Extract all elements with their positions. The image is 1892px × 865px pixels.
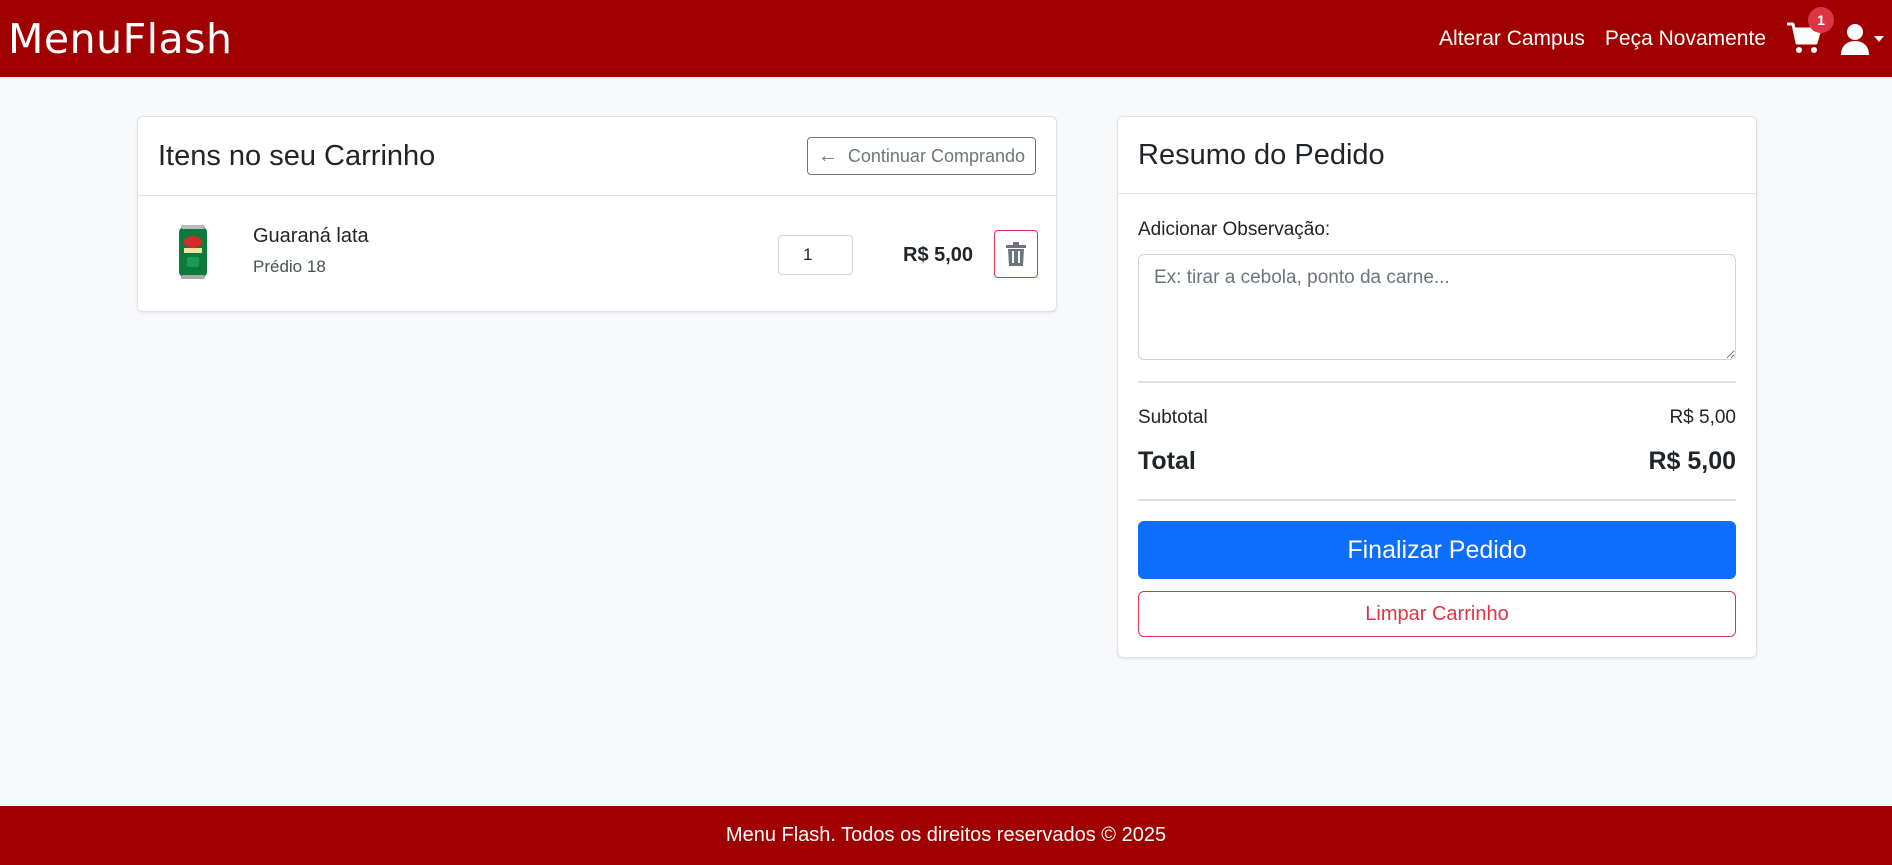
nav-right: Alterar Campus Peça Novamente 1 bbox=[1439, 0, 1884, 77]
cart-count-badge: 1 bbox=[1808, 6, 1834, 33]
summary-header: Resumo do Pedido bbox=[1118, 117, 1756, 194]
trash-icon bbox=[1006, 242, 1026, 266]
navbar: MenuFlash Alterar Campus Peça Novamente … bbox=[0, 0, 1892, 77]
nav-link-alterar-campus[interactable]: Alterar Campus bbox=[1439, 27, 1585, 51]
user-menu-toggle[interactable] bbox=[1840, 23, 1884, 55]
cart-item-price: R$ 5,00 bbox=[903, 244, 974, 266]
divider bbox=[1138, 381, 1736, 383]
user-icon bbox=[1841, 23, 1869, 55]
brand-logo[interactable]: MenuFlash bbox=[8, 15, 233, 63]
cart-item-location: Prédio 18 bbox=[253, 257, 326, 276]
summary-title: Resumo do Pedido bbox=[1138, 138, 1385, 171]
quantity-input[interactable] bbox=[778, 235, 853, 275]
soda-can-image bbox=[179, 225, 207, 279]
finalize-order-button[interactable]: Finalizar Pedido bbox=[1138, 521, 1736, 579]
remove-item-button[interactable] bbox=[994, 230, 1038, 278]
observation-textarea[interactable] bbox=[1138, 254, 1736, 360]
continue-shopping-button[interactable]: ← Continuar Comprando bbox=[806, 137, 1036, 175]
arrow-left-icon: ← bbox=[817, 144, 838, 167]
cart-item-name: Guaraná lata bbox=[253, 225, 369, 247]
subtotal-label: Subtotal bbox=[1138, 407, 1208, 428]
cart-title: Itens no seu Carrinho bbox=[158, 139, 436, 172]
footer-text: Menu Flash. Todos os direitos reservados… bbox=[725, 824, 1167, 846]
nav-link-peca-novamente[interactable]: Peça Novamente bbox=[1605, 27, 1766, 51]
order-summary-card: Resumo do Pedido Adicionar Observação: S… bbox=[1117, 116, 1757, 658]
divider bbox=[1138, 499, 1736, 501]
total-label: Total bbox=[1138, 447, 1196, 475]
footer: Menu Flash. Todos os direitos reservados… bbox=[0, 806, 1892, 865]
clear-cart-button[interactable]: Limpar Carrinho bbox=[1138, 591, 1736, 637]
chevron-down-icon bbox=[1874, 35, 1884, 42]
observation-label: Adicionar Observação: bbox=[1138, 219, 1331, 240]
cart-card: Itens no seu Carrinho ← Continuar Compra… bbox=[137, 116, 1057, 312]
subtotal-value: R$ 5,00 bbox=[1669, 407, 1736, 428]
cart-header: Itens no seu Carrinho ← Continuar Compra… bbox=[138, 117, 1056, 196]
continue-shopping-label: Continuar Comprando bbox=[847, 145, 1025, 166]
cart-button[interactable]: 1 bbox=[1786, 6, 1834, 57]
total-value: R$ 5,00 bbox=[1648, 447, 1736, 475]
